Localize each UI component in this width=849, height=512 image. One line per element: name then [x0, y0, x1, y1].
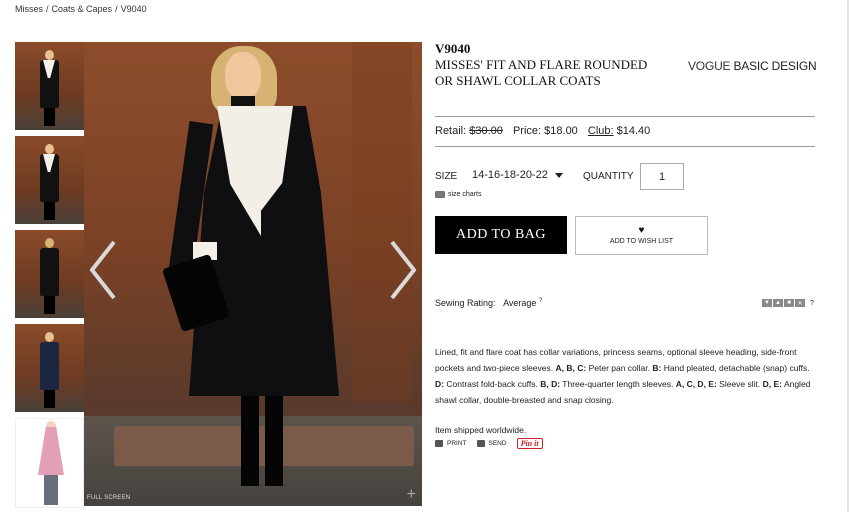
- thumbnail-front[interactable]: [15, 42, 84, 130]
- breadcrumb-item-coats-capes[interactable]: Coats & Capes: [52, 4, 113, 14]
- printer-icon: [435, 440, 443, 447]
- rating-help-sup[interactable]: ?: [539, 298, 542, 304]
- description-text: Three-quarter length sleeves.: [562, 379, 674, 389]
- divider: [435, 116, 815, 117]
- view-label: D, E:: [762, 379, 783, 389]
- size-label: SIZE: [435, 171, 458, 182]
- pinterest-pin-button[interactable]: Pin it: [516, 438, 543, 449]
- breadcrumb-separator: /: [115, 4, 118, 14]
- wishlist-label: ADD TO WISH LIST: [609, 238, 674, 245]
- rating-label: Sewing Rating:: [435, 298, 496, 308]
- product-title: MISSES' FIT AND FLARE ROUNDED OR SHAWL C…: [435, 57, 648, 88]
- breadcrumb-separator: /: [46, 4, 49, 14]
- size-charts-label: size charts: [448, 191, 482, 198]
- price-row: Retail: $30.00 Price: $18.00 Club: $14.4…: [435, 125, 650, 137]
- thumbnail-back[interactable]: [15, 230, 84, 318]
- price-value: $18.00: [544, 125, 578, 137]
- full-screen-link[interactable]: FULL SCREEN: [87, 495, 130, 501]
- triangle-up-icon: ▲: [773, 299, 783, 307]
- view-label: A, C, D, E:: [675, 379, 717, 389]
- divider: [435, 146, 815, 147]
- sewing-rating: Sewing Rating: Average ?: [435, 298, 542, 308]
- zoom-plus-icon[interactable]: +: [407, 486, 416, 504]
- chevron-left-icon[interactable]: [88, 240, 118, 300]
- size-selected-value: 14-16-18-20-22: [472, 169, 548, 181]
- description-text: Peter pan collar.: [588, 363, 651, 373]
- model-figure: [39, 50, 59, 126]
- size-charts-link[interactable]: size charts: [435, 191, 481, 198]
- shipping-note: Item shipped worldwide.: [435, 425, 527, 435]
- print-button[interactable]: PRINT: [435, 440, 467, 447]
- send-button[interactable]: SEND: [476, 440, 507, 447]
- model-figure: [39, 332, 59, 408]
- description-text: Sleeve slit.: [719, 379, 761, 389]
- thumbnail-side[interactable]: [15, 136, 84, 224]
- breadcrumb-item-misses[interactable]: Misses: [15, 4, 43, 14]
- thumbnail-navy[interactable]: [15, 324, 84, 412]
- view-label: D:: [435, 379, 444, 389]
- rating-scale: ▼ ▲ ■ ✕ ?: [762, 299, 814, 307]
- main-product-image[interactable]: FULL SCREEN +: [84, 42, 422, 506]
- view-label: A, B, C:: [555, 363, 587, 373]
- chevron-right-icon[interactable]: [388, 240, 418, 300]
- add-to-bag-button[interactable]: ADD TO BAG: [435, 216, 567, 254]
- print-label: PRINT: [447, 440, 467, 447]
- club-label[interactable]: Club:: [588, 125, 614, 137]
- retail-label: Retail:: [435, 125, 467, 137]
- share-actions: PRINT SEND Pin it: [435, 438, 543, 449]
- quantity-label: QUANTITY: [583, 171, 634, 182]
- triangle-down-icon: ▼: [762, 299, 772, 307]
- view-label: B:: [652, 363, 662, 373]
- brand-logo: VOGUE BASIC DESIGN: [688, 59, 817, 73]
- brand-part-vogue: VOGUE: [688, 59, 731, 73]
- model-figure: [39, 144, 59, 220]
- square-icon: ■: [784, 299, 794, 307]
- thumbnail-strip: [15, 42, 84, 512]
- price-label: Price:: [512, 125, 542, 137]
- view-label: B, D:: [540, 379, 561, 389]
- brand-part-basic-design: BASIC DESIGN: [733, 59, 817, 73]
- rating-value: Average: [503, 298, 537, 308]
- product-description: Lined, fit and flare coat has collar var…: [435, 344, 820, 408]
- size-dropdown[interactable]: 14-16-18-20-22: [472, 169, 563, 181]
- breadcrumb: Misses / Coats & Capes / V9040: [15, 4, 147, 14]
- description-text: Contrast fold-back cuffs.: [446, 379, 538, 389]
- heart-icon: ♥: [638, 225, 645, 236]
- cross-icon: ✕: [795, 299, 805, 307]
- add-to-wishlist-button[interactable]: ♥ ADD TO WISH LIST: [575, 216, 708, 255]
- envelope-icon: [476, 440, 485, 447]
- model-figure: [39, 238, 59, 314]
- retail-price: $30.00: [469, 125, 503, 137]
- rating-help-icon[interactable]: ?: [810, 300, 814, 307]
- club-price: $14.40: [616, 125, 651, 137]
- chevron-down-icon: [554, 172, 563, 178]
- ruler-icon: [435, 191, 445, 198]
- description-text: Hand pleated, detachable (snap) cuffs.: [663, 363, 810, 373]
- send-label: SEND: [488, 440, 507, 447]
- product-sku: V9040: [435, 41, 471, 56]
- quantity-input[interactable]: [640, 163, 684, 190]
- breadcrumb-item-current: V9040: [120, 4, 147, 14]
- thumbnail-sketch[interactable]: [15, 418, 84, 508]
- model-photo: [162, 42, 379, 506]
